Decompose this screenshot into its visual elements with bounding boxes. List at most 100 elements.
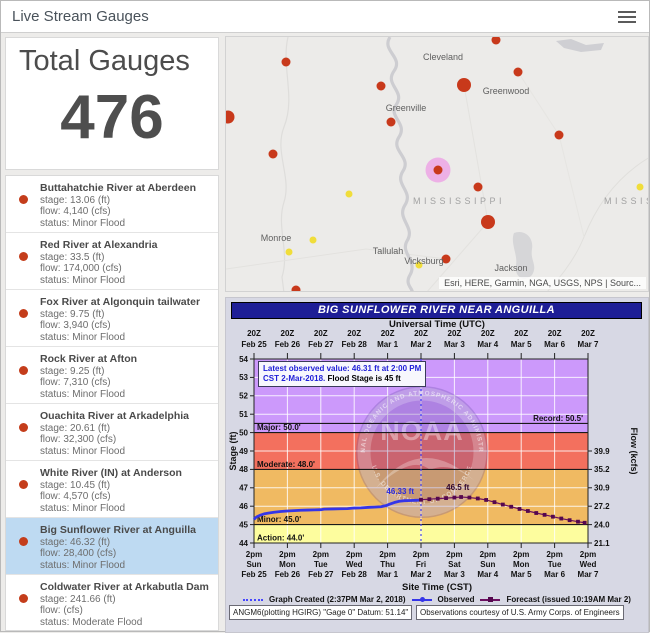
svg-text:20Z: 20Z <box>514 329 528 338</box>
gauge-flow: flow: 7,310 (cfs) <box>40 377 137 389</box>
observed-line-icon <box>412 599 432 601</box>
flood-status-dot-icon <box>19 480 28 489</box>
gauge-list-item[interactable]: Fox River at Algonquin tailwater stage: … <box>6 290 218 347</box>
gauge-name: Ouachita River at Arkadelphia <box>40 408 189 423</box>
svg-text:27.2: 27.2 <box>594 502 610 511</box>
map-gauge-dot[interactable] <box>310 237 317 244</box>
gauge-stage: stage: 46.32 (ft) <box>40 537 196 549</box>
gauge-status: status: Minor Flood <box>40 218 196 230</box>
svg-text:Fri: Fri <box>416 560 426 569</box>
gauge-list-item[interactable]: Rock River at Afton stage: 9.25 (ft) flo… <box>6 347 218 404</box>
map-gauge-dot[interactable] <box>377 82 386 91</box>
state-label: MISSISS <box>604 196 649 206</box>
map-gauge-dot[interactable] <box>555 131 564 140</box>
map-panel[interactable]: ClevelandGreenvilleGreenwoodMonroeTallul… <box>225 36 649 292</box>
gauge-name: Buttahatchie River at Aberdeen <box>40 180 196 195</box>
svg-text:Feb 27: Feb 27 <box>308 570 334 579</box>
svg-text:Mar 3: Mar 3 <box>444 340 465 349</box>
legend-forecast: Forecast (issued 10:19AM Mar 2) <box>506 595 631 604</box>
map-gauge-dot[interactable] <box>292 286 301 293</box>
observations-credit-box: Observations courtesy of U.S. Army Corps… <box>416 605 624 620</box>
gauge-status-dot-col <box>6 351 40 400</box>
gauge-flow: flow: 4,570 (cfs) <box>40 491 182 503</box>
annotation-line1: Latest observed value: 46.31 ft at 2:00 … <box>263 364 421 373</box>
map-attribution: Esri, HERE, Garmin, NGA, USGS, NPS | Sou… <box>439 277 646 289</box>
svg-text:2pm: 2pm <box>480 550 496 559</box>
svg-text:48: 48 <box>239 465 248 474</box>
gauge-status: status: Minor Flood <box>40 389 137 401</box>
svg-text:Mar 4: Mar 4 <box>477 340 498 349</box>
svg-text:53: 53 <box>239 373 248 382</box>
svg-text:20Z: 20Z <box>448 329 462 338</box>
svg-text:2pm: 2pm <box>346 550 362 559</box>
svg-text:2pm: 2pm <box>546 550 562 559</box>
gauge-list-item[interactable]: Coldwater River at Arkabutla Dam stage: … <box>6 575 218 631</box>
hydrograph-panel[interactable]: BIG SUNFLOWER RIVER NEAR ANGUILLA Univer… <box>225 297 649 633</box>
map-gauge-dot[interactable] <box>514 68 523 77</box>
gauge-status: status: Moderate Flood <box>40 617 209 629</box>
svg-text:45: 45 <box>239 520 248 529</box>
gauge-name: Coldwater River at Arkabutla Dam <box>40 579 209 594</box>
svg-text:49: 49 <box>239 447 248 456</box>
gauge-flow: flow: 4,140 (cfs) <box>40 206 196 218</box>
map-gauge-dot[interactable] <box>492 37 501 45</box>
svg-text:NOAA: NOAA <box>380 416 464 446</box>
hamburger-menu-icon[interactable] <box>618 11 636 24</box>
gauge-flow: flow: 3,940 (cfs) <box>40 320 200 332</box>
gauge-list-item[interactable]: Big Sunflower River at Anguilla stage: 4… <box>6 518 218 575</box>
flood-status-dot-icon <box>19 537 28 546</box>
gauge-name: Rock River at Afton <box>40 351 137 366</box>
gauge-list[interactable]: Buttahatchie River at Aberdeen stage: 13… <box>5 175 219 631</box>
gauge-list-item[interactable]: White River (IN) at Anderson stage: 10.4… <box>6 461 218 518</box>
map-gauge-dot[interactable] <box>269 150 278 159</box>
svg-text:Mar 1: Mar 1 <box>377 340 398 349</box>
gauge-flow: flow: 28,400 (cfs) <box>40 548 196 560</box>
svg-text:20Z: 20Z <box>414 329 428 338</box>
svg-text:Mar 1: Mar 1 <box>377 570 398 579</box>
gauge-status-dot-col <box>6 180 40 229</box>
svg-text:Mar 2: Mar 2 <box>411 570 432 579</box>
city-label: Monroe <box>261 233 292 243</box>
legend-graph-created: Graph Created (2:37PM Mar 2, 2018) <box>269 595 406 604</box>
map-gauge-dot[interactable] <box>481 215 495 229</box>
svg-text:Sun: Sun <box>246 560 261 569</box>
gauge-status-dot-col <box>6 522 40 571</box>
svg-text:51: 51 <box>239 410 248 419</box>
svg-text:Sat: Sat <box>448 560 461 569</box>
map-gauge-dot[interactable] <box>474 183 483 192</box>
page-title: Live Stream Gauges <box>12 8 149 25</box>
gauge-flow: flow: (cfs) <box>40 605 209 617</box>
map-gauge-dot[interactable] <box>637 184 644 191</box>
svg-text:Major: 50.0': Major: 50.0' <box>257 423 301 432</box>
map-gauge-dot[interactable] <box>346 191 353 198</box>
svg-text:Minor: 45.0': Minor: 45.0' <box>257 515 301 524</box>
svg-text:Feb 25: Feb 25 <box>241 340 267 349</box>
svg-text:21.1: 21.1 <box>594 539 610 548</box>
gauge-list-item[interactable]: Red River at Alexandria stage: 33.5 (ft)… <box>6 233 218 290</box>
map-gauge-dot[interactable] <box>282 58 291 67</box>
svg-text:24.0: 24.0 <box>594 520 610 529</box>
flood-status-dot-icon <box>19 423 28 432</box>
map-gauge-dot[interactable] <box>286 249 293 256</box>
map-gauge-dot[interactable] <box>226 111 235 124</box>
forecast-line-icon <box>480 599 500 601</box>
total-gauges-value: 476 <box>6 82 218 153</box>
flood-status-dot-icon <box>19 252 28 261</box>
selected-gauge-dot[interactable] <box>434 166 443 175</box>
gauge-list-item[interactable]: Ouachita River at Arkadelphia stage: 20.… <box>6 404 218 461</box>
city-label: Greenville <box>386 103 427 113</box>
svg-text:Mon: Mon <box>279 560 296 569</box>
svg-text:Feb 28: Feb 28 <box>342 570 368 579</box>
map-gauge-dot[interactable] <box>387 118 396 127</box>
gauge-text: Fox River at Algonquin tailwater stage: … <box>40 294 200 343</box>
app-header: Live Stream Gauges <box>1 1 649 33</box>
map-gauge-dot[interactable] <box>457 78 471 92</box>
annotation-line2-black: Flood Stage is 45 ft <box>325 374 401 383</box>
chart-legend: Graph Created (2:37PM Mar 2, 2018) Obser… <box>226 595 648 604</box>
svg-text:Mar 6: Mar 6 <box>544 340 565 349</box>
svg-text:Mar 4: Mar 4 <box>477 570 498 579</box>
gauge-status: status: Minor Flood <box>40 503 182 515</box>
svg-text:Mon: Mon <box>513 560 530 569</box>
map-canvas[interactable]: ClevelandGreenvilleGreenwoodMonroeTallul… <box>226 37 649 292</box>
gauge-list-item[interactable]: Buttahatchie River at Aberdeen stage: 13… <box>6 176 218 233</box>
